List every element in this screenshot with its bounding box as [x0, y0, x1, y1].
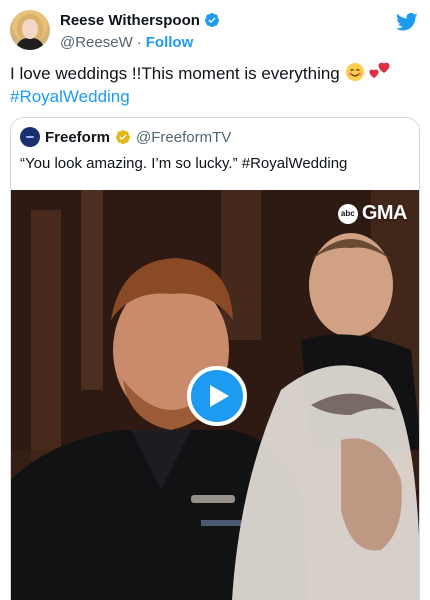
verified-badge-icon	[204, 13, 219, 27]
separator-dot: ·	[136, 33, 142, 51]
author-name-row: Reese Witherspoon	[60, 10, 220, 30]
tweet-card: Reese Witherspoon @ReeseW · Follow I lov…	[0, 0, 430, 600]
author-avatar[interactable]	[10, 10, 50, 50]
follow-button[interactable]: Follow	[146, 34, 194, 51]
play-button[interactable]	[187, 366, 247, 426]
author-display-name[interactable]: Reese Witherspoon	[60, 12, 200, 29]
author-handle-row: @ReeseW · Follow	[60, 32, 220, 52]
quoted-header: Freeform @FreeformTV	[20, 127, 231, 147]
video-player[interactable]: abc GMA	[11, 190, 419, 600]
tweet-body: I love weddings !!This moment is everyth…	[10, 62, 420, 108]
smiling-face-icon	[345, 63, 364, 81]
quoted-text: “You look amazing. I’m so lucky.” #Royal…	[20, 155, 348, 172]
gma-logo-text: GMA	[361, 202, 408, 224]
two-hearts-icon	[369, 62, 390, 78]
tweet-text: I love weddings !!This moment is everyth…	[10, 64, 340, 83]
gma-watermark: abc GMA	[337, 202, 408, 225]
author-handle[interactable]: @ReeseW	[60, 34, 133, 51]
twitter-bird-icon[interactable]	[396, 12, 418, 32]
play-icon	[210, 385, 229, 407]
gold-verified-badge-icon	[116, 130, 131, 144]
tweet-text-line: I love weddings !!This moment is everyth…	[10, 62, 420, 85]
quoted-handle[interactable]: @FreeformTV	[136, 129, 231, 146]
quoted-avatar[interactable]	[20, 127, 40, 147]
quoted-display-name[interactable]: Freeform	[45, 129, 110, 146]
tweet-hashtag-link[interactable]: #RoyalWedding	[10, 85, 420, 108]
quoted-tweet-card[interactable]: Freeform @FreeformTV “You look amazing. …	[10, 117, 420, 600]
abc-logo: abc	[337, 203, 358, 224]
author-block: Reese Witherspoon @ReeseW · Follow	[60, 10, 220, 52]
